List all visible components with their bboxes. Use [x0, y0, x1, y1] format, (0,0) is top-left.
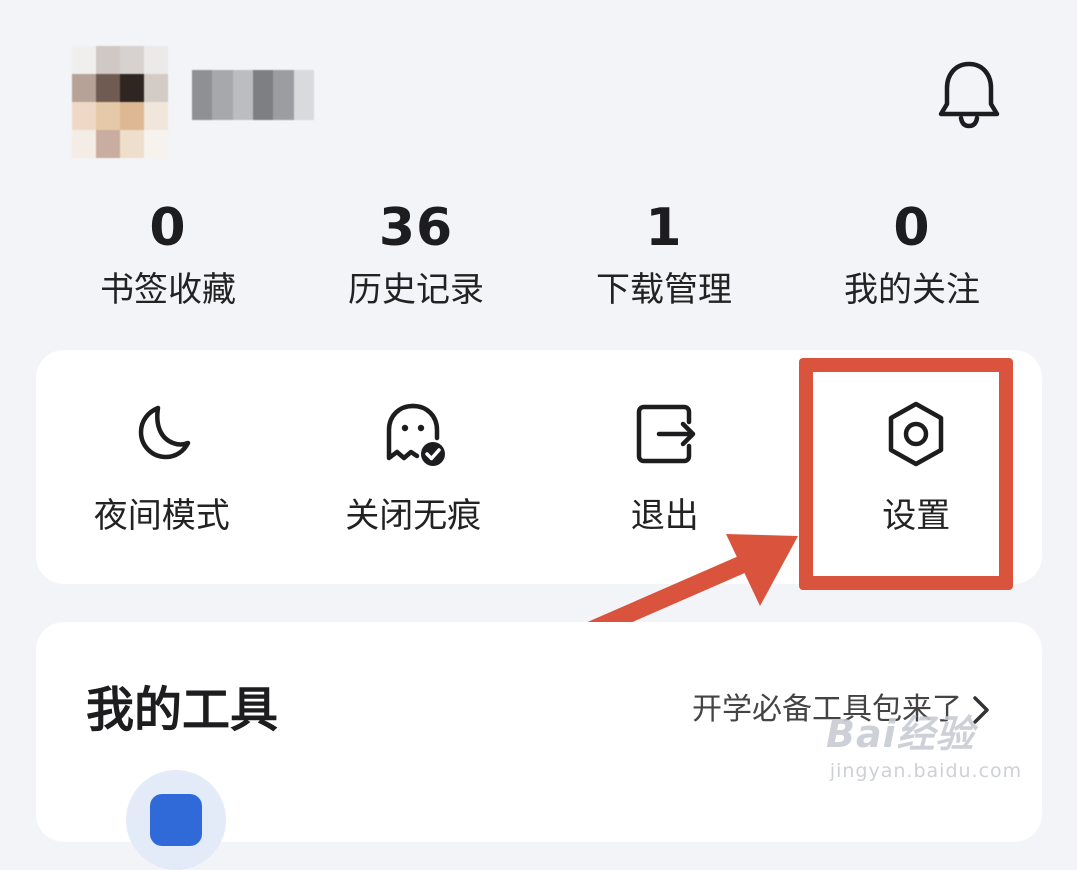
stat-value: 1 [645, 198, 683, 258]
stat-label: 书签收藏 [100, 270, 236, 310]
notification-bell-icon[interactable] [934, 58, 1004, 130]
avatar[interactable] [72, 46, 168, 158]
stat-value: 0 [149, 198, 187, 258]
stat-value: 36 [378, 198, 454, 258]
stat-bookmarks[interactable]: 0 书签收藏 [44, 196, 292, 326]
annotation-highlight-box [799, 358, 1013, 590]
exit-icon [636, 404, 695, 464]
watermark: Bai经验 jingyan.baidu.com [826, 712, 1026, 798]
watermark-main: Bai经验 [826, 712, 975, 756]
tools-title: 我的工具 [86, 682, 279, 738]
watermark-sub: jingyan.baidu.com [829, 760, 1023, 782]
username-blurred [192, 70, 314, 120]
ghost-check-icon [387, 403, 446, 466]
stats-row: 0 书签收藏 36 历史记录 1 下载管理 0 我的关注 [44, 196, 1036, 326]
night-mode-button[interactable]: 夜间模式 [36, 350, 288, 584]
tool-app-icon-glyph [150, 794, 202, 846]
stat-label: 我的关注 [844, 270, 980, 310]
tool-app-icon[interactable] [126, 770, 226, 870]
quick-action-label: 关闭无痕 [345, 496, 482, 536]
moon-icon [138, 405, 190, 460]
quick-action-label: 夜间模式 [93, 496, 230, 536]
stat-following[interactable]: 0 我的关注 [788, 196, 1036, 326]
stat-label: 下载管理 [596, 270, 732, 310]
stat-history[interactable]: 36 历史记录 [292, 196, 540, 326]
stat-downloads[interactable]: 1 下载管理 [540, 196, 788, 326]
stat-value: 0 [893, 198, 931, 258]
stat-label: 历史记录 [348, 270, 484, 310]
